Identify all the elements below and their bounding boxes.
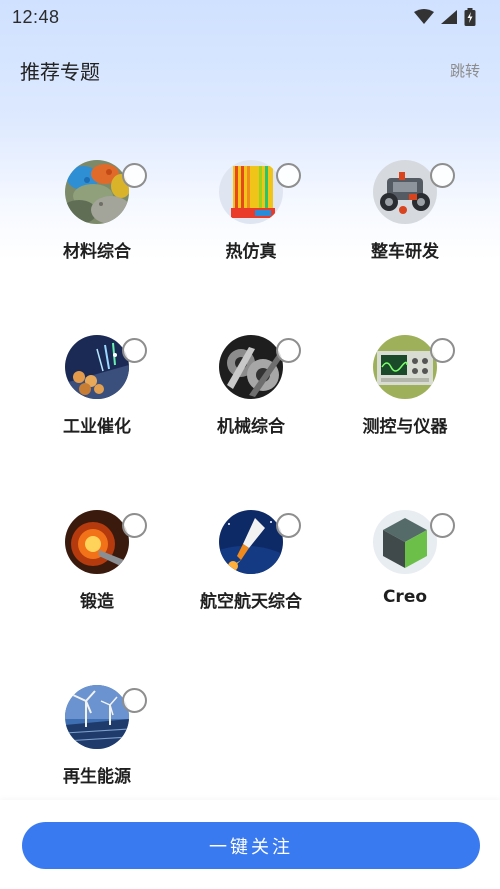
status-time: 12:48: [12, 6, 60, 27]
topic-label: 航空航天综合: [200, 592, 302, 612]
topic-thumbnail: [65, 335, 147, 399]
topic-label: 热仿真: [225, 242, 277, 262]
thermal-sim-icon: [219, 160, 283, 224]
topic-item[interactable]: 锻造: [20, 508, 174, 683]
topic-label: 锻造: [80, 592, 114, 612]
topic-label: 材料综合: [63, 242, 131, 262]
topic-label: 工业催化: [63, 417, 131, 437]
topic-label: 整车研发: [371, 242, 439, 262]
topic-item[interactable]: 机械综合: [174, 333, 328, 508]
select-checkbox[interactable]: [276, 513, 301, 538]
creo-cube-icon: [373, 510, 437, 574]
page-header: 推荐专题 跳转: [0, 50, 500, 90]
battery-charging-icon: [464, 8, 476, 26]
wifi-icon: [414, 9, 434, 24]
topic-grid: 材料综合 热仿真 整车研发 工业催化 机械综合 测控与仪器 锻造 航空航天综合 …: [20, 158, 482, 858]
bottom-bar: 一键关注: [0, 800, 500, 889]
select-checkbox[interactable]: [122, 513, 147, 538]
select-checkbox[interactable]: [430, 163, 455, 188]
select-checkbox[interactable]: [122, 338, 147, 363]
page-title: 推荐专题: [20, 59, 100, 84]
skip-link[interactable]: 跳转: [450, 60, 480, 81]
topic-label: 再生能源: [63, 767, 131, 787]
topic-thumbnail: [65, 160, 147, 224]
topic-item[interactable]: 材料综合: [20, 158, 174, 333]
follow-all-button[interactable]: 一键关注: [22, 822, 480, 869]
topic-thumbnail: [65, 510, 147, 574]
cellular-signal-icon: [441, 10, 457, 24]
status-icons: [414, 8, 476, 26]
topic-thumbnail: [373, 510, 455, 574]
topic-item[interactable]: 工业催化: [20, 333, 174, 508]
select-checkbox[interactable]: [430, 338, 455, 363]
forging-icon: [65, 510, 129, 574]
topic-thumbnail: [219, 160, 301, 224]
topic-item[interactable]: 航空航天综合: [174, 508, 328, 683]
topic-item[interactable]: 热仿真: [174, 158, 328, 333]
topic-thumbnail: [373, 160, 455, 224]
topic-label: 机械综合: [217, 417, 285, 437]
select-checkbox[interactable]: [122, 688, 147, 713]
topic-item[interactable]: 测控与仪器: [328, 333, 482, 508]
topic-thumbnail: [65, 685, 147, 749]
instrument-icon: [373, 335, 437, 399]
select-checkbox[interactable]: [276, 338, 301, 363]
topic-thumbnail: [219, 335, 301, 399]
topic-label: Creo: [382, 587, 428, 607]
topic-item[interactable]: 整车研发: [328, 158, 482, 333]
topic-thumbnail: [219, 510, 301, 574]
industrial-catalysis-icon: [65, 335, 129, 399]
topic-label: 测控与仪器: [362, 417, 448, 437]
status-bar: 12:48: [0, 0, 500, 34]
select-checkbox[interactable]: [122, 163, 147, 188]
select-checkbox[interactable]: [430, 513, 455, 538]
select-checkbox[interactable]: [276, 163, 301, 188]
renewable-energy-icon: [65, 685, 129, 749]
aerospace-icon: [219, 510, 283, 574]
vehicle-rd-icon: [373, 160, 437, 224]
topic-thumbnail: [373, 335, 455, 399]
materials-icon: [65, 160, 129, 224]
topic-item[interactable]: Creo: [328, 508, 482, 683]
mechanical-icon: [219, 335, 283, 399]
